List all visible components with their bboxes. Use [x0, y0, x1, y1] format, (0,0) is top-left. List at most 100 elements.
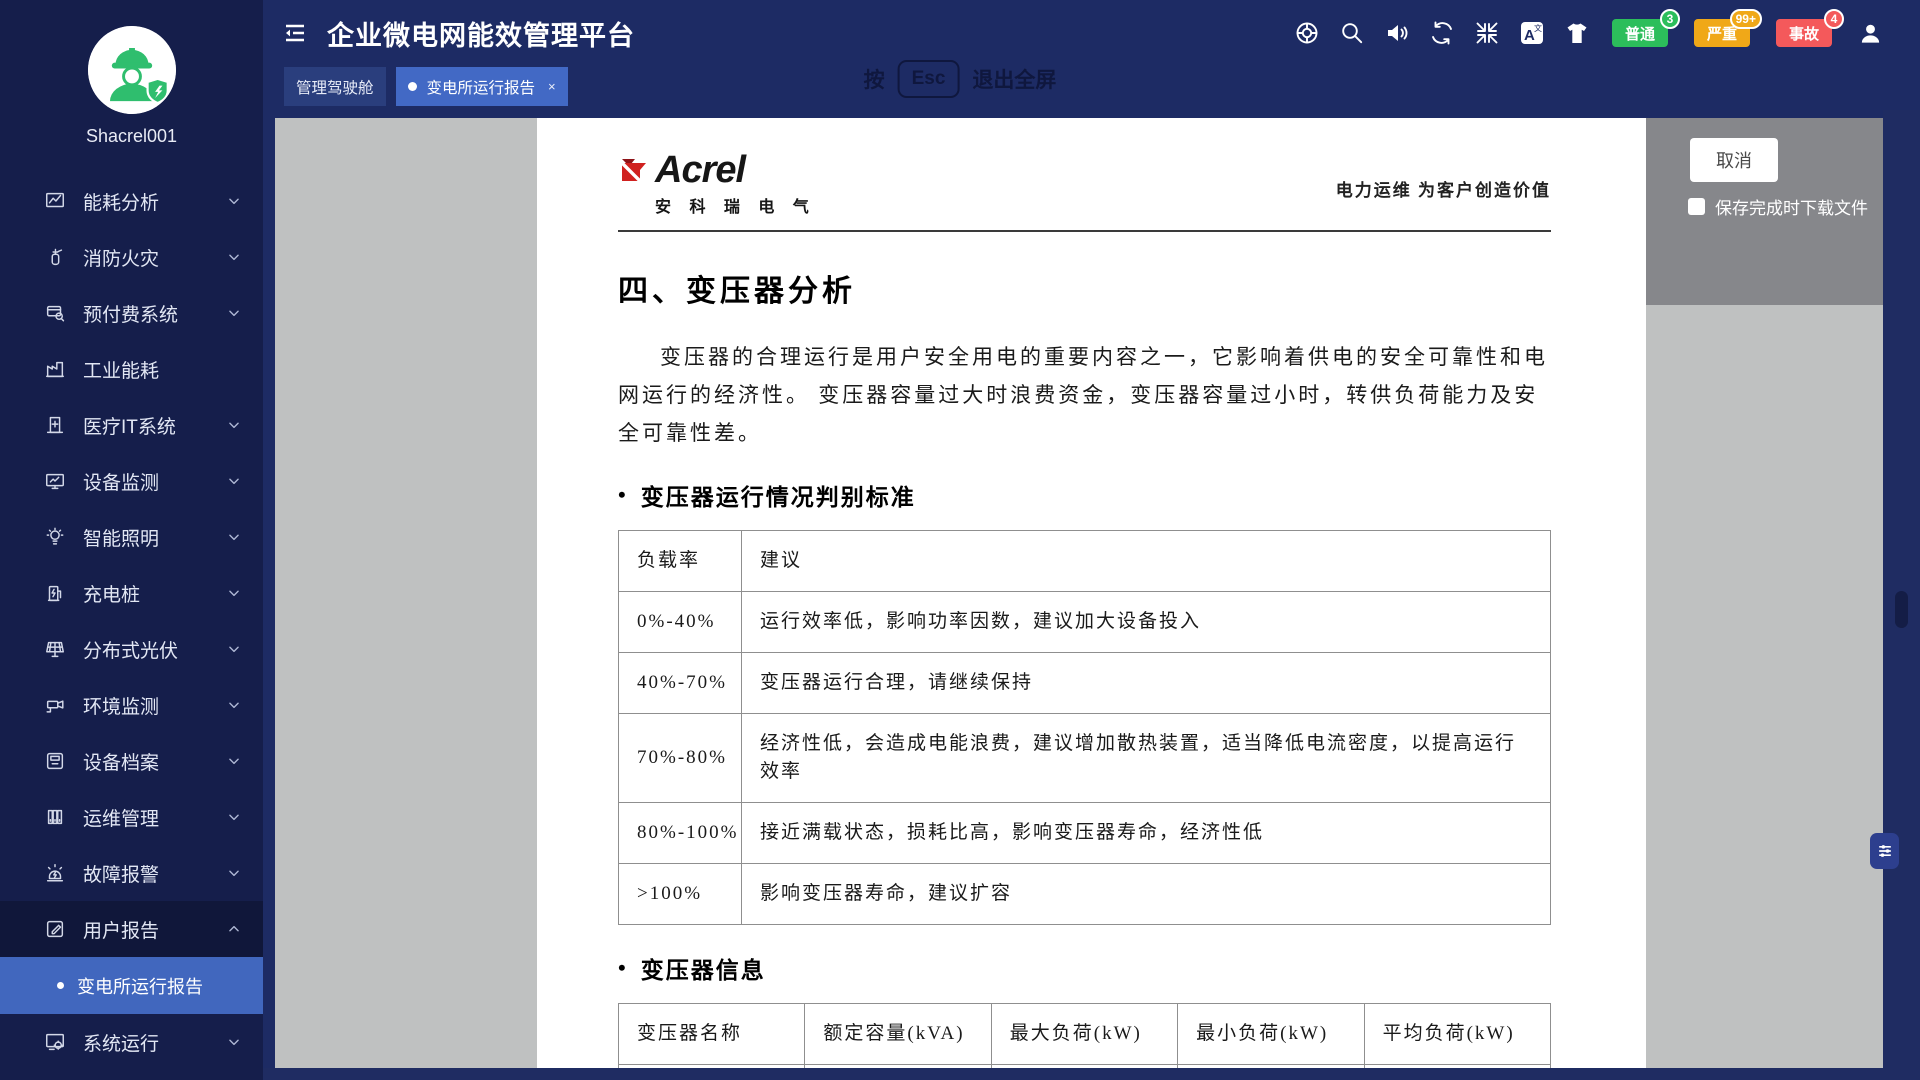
engineer-avatar-icon: [88, 26, 176, 114]
chevron-down-icon: [227, 1035, 241, 1049]
sidebar-item[interactable]: 设备监测: [0, 453, 263, 509]
sidebar-item-label: 预付费系统: [83, 300, 178, 327]
table-header-cell: 最小负荷(kW): [1178, 1004, 1364, 1065]
sidebar-item[interactable]: 运维管理: [0, 789, 263, 845]
table-row: 0%-40%运行效率低，影响功率因数，建议加大设备投入: [619, 592, 1551, 653]
sidebar-item[interactable]: 工业能耗: [0, 341, 263, 397]
subsection-criteria-title: 变压器运行情况判别标准: [618, 478, 1551, 512]
sidebar-item-label: 环境监测: [83, 692, 159, 719]
menu-fold-icon[interactable]: [283, 21, 307, 45]
shirt-icon[interactable]: [1564, 20, 1590, 46]
criteria-table: 负载率建议0%-40%运行效率低，影响功率因数，建议加大设备投入40%-70%变…: [618, 530, 1551, 925]
lightbulb-icon: [44, 526, 66, 548]
table-cell: 经济性低，会造成电能浪费，建议增加散热装置，适当降低电流密度，以提高运行效率: [742, 714, 1551, 803]
tab-bar: 管理驾驶舱 变电所运行报告 ×: [263, 66, 1920, 118]
chevron-down-icon: [227, 474, 241, 488]
alarm-button[interactable]: 严重99+: [1694, 19, 1750, 47]
username: Shacrel001: [0, 126, 263, 147]
sidebar-item[interactable]: 充电桩: [0, 565, 263, 621]
cancel-button[interactable]: 取消: [1690, 138, 1778, 182]
tab-close-icon[interactable]: ×: [548, 79, 556, 94]
download-checkbox-label: 保存完成时下载文件: [1715, 194, 1868, 219]
compress-icon[interactable]: [1474, 20, 1500, 46]
sidebar-item-label: 设备监测: [83, 468, 159, 495]
sidebar-item[interactable]: 环境监测: [0, 677, 263, 733]
active-dot-icon: [408, 82, 417, 91]
sidebar-item-label: 能耗分析: [83, 188, 159, 215]
sidebar-item[interactable]: 用户报告: [0, 901, 263, 957]
subsection-info-title: 变压器信息: [618, 951, 1551, 985]
table-row: 80%-100%接近满载状态，损耗比高，影响变压器寿命，经济性低: [619, 803, 1551, 864]
table-header-cell: 平均负荷(kW): [1364, 1004, 1550, 1065]
chevron-down-icon: [227, 530, 241, 544]
energy-chart-icon: [44, 190, 66, 212]
avatar[interactable]: [88, 26, 176, 114]
sidebar-item[interactable]: 消防火灾: [0, 229, 263, 285]
sidebar-item-label: 充电桩: [83, 580, 140, 607]
sidebar-item-label: 系统运行: [83, 1029, 159, 1056]
sidebar-item[interactable]: 系统运行: [0, 1014, 263, 1070]
sidebar-item[interactable]: 能耗分析: [0, 173, 263, 229]
brand-name: Acrel: [655, 152, 816, 188]
chevron-down-icon: [227, 250, 241, 264]
brand-name-cn: 安 科 瑞 电 气: [655, 193, 816, 217]
page-title: 企业微电网能效管理平台: [327, 14, 635, 53]
table-cell: 影响变压器寿命，建议扩容: [742, 864, 1551, 925]
table-cell: 运行效率低，影响功率因数，建议加大设备投入: [742, 592, 1551, 653]
report-header: Acrel 安 科 瑞 电 气 电力运维 为客户创造价值: [618, 152, 1551, 217]
translate-icon[interactable]: A文: [1519, 20, 1545, 46]
alarm-count-badge: 4: [1824, 9, 1844, 29]
alarm-button[interactable]: 事故4: [1776, 19, 1832, 47]
search-icon[interactable]: [1339, 20, 1365, 46]
tab-label: 管理驾驶舱: [296, 76, 374, 98]
sidebar-item[interactable]: 故障报警: [0, 845, 263, 901]
user-icon[interactable]: [1858, 21, 1883, 46]
sidebar-item-label: 故障报警: [83, 860, 159, 887]
alarm-button-label: 普通: [1625, 23, 1655, 44]
brand-block: Acrel 安 科 瑞 电 气: [618, 152, 816, 217]
table-cell: 变压器运行合理，请继续保持: [742, 653, 1551, 714]
alarm-button[interactable]: 普通3: [1612, 19, 1668, 47]
chevron-down-icon: [227, 306, 241, 320]
speaker-icon[interactable]: [1384, 20, 1410, 46]
system-run-icon: [44, 1031, 66, 1053]
horizontal-scrollbar[interactable]: [263, 1068, 1883, 1080]
prepaid-card-icon: [44, 302, 66, 324]
table-header-row: 负载率建议: [619, 531, 1551, 592]
table-row: >100%影响变压器寿命，建议扩容: [619, 864, 1551, 925]
tip-prefix: 按: [864, 64, 885, 94]
sidebar-menu: 能耗分析消防火灾预付费系统工业能耗医疗IT系统设备监测智能照明充电桩分布式光伏环…: [0, 173, 263, 1070]
sidebar-item[interactable]: 设备档案: [0, 733, 263, 789]
sidebar-subitem-active-report[interactable]: 变电所运行报告: [0, 957, 263, 1014]
sidebar-item[interactable]: 预付费系统: [0, 285, 263, 341]
table-header-row: 变压器名称额定容量(kVA)最大负荷(kW)最小负荷(kW)平均负荷(kW): [619, 1004, 1551, 1065]
alarm-count-badge: 3: [1660, 9, 1680, 29]
sidebar-item-label: 医疗IT系统: [83, 412, 176, 439]
tab-dashboard[interactable]: 管理驾驶舱: [284, 67, 386, 106]
sidebar-item[interactable]: 智能照明: [0, 509, 263, 565]
download-checkbox[interactable]: [1688, 198, 1705, 215]
vertical-scrollbar[interactable]: [1883, 110, 1920, 1080]
acrel-logo-icon: [618, 154, 650, 186]
header-rule: [618, 230, 1551, 232]
report-preview-viewport: Acrel 安 科 瑞 电 气 电力运维 为客户创造价值 四、变压器分析 变压器…: [275, 118, 1883, 1068]
scrollbar-thumb[interactable]: [1895, 591, 1908, 628]
lifebuoy-icon[interactable]: [1294, 20, 1320, 46]
fault-alarm-icon: [44, 862, 66, 884]
device-monitor-icon: [44, 470, 66, 492]
header-icon-row: A文: [1294, 20, 1590, 46]
ops-management-icon: [44, 806, 66, 828]
fullscreen-exit-tip: 按 Esc 退出全屏: [864, 60, 1057, 98]
chevron-down-icon: [227, 698, 241, 712]
env-camera-icon: [44, 694, 66, 716]
refresh-icon[interactable]: [1429, 20, 1455, 46]
sidebar-item[interactable]: 分布式光伏: [0, 621, 263, 677]
sidebar-subitem-label: 变电所运行报告: [77, 973, 203, 999]
download-option-row[interactable]: 保存完成时下载文件: [1688, 194, 1868, 219]
table-row: 40%-70%变压器运行合理，请继续保持: [619, 653, 1551, 714]
sidebar-item[interactable]: 医疗IT系统: [0, 397, 263, 453]
settings-fab-button[interactable]: [1870, 833, 1899, 869]
tab-substation-report[interactable]: 变电所运行报告 ×: [396, 67, 568, 106]
chevron-down-icon: [227, 418, 241, 432]
section-title: 四、变压器分析: [618, 266, 1551, 310]
